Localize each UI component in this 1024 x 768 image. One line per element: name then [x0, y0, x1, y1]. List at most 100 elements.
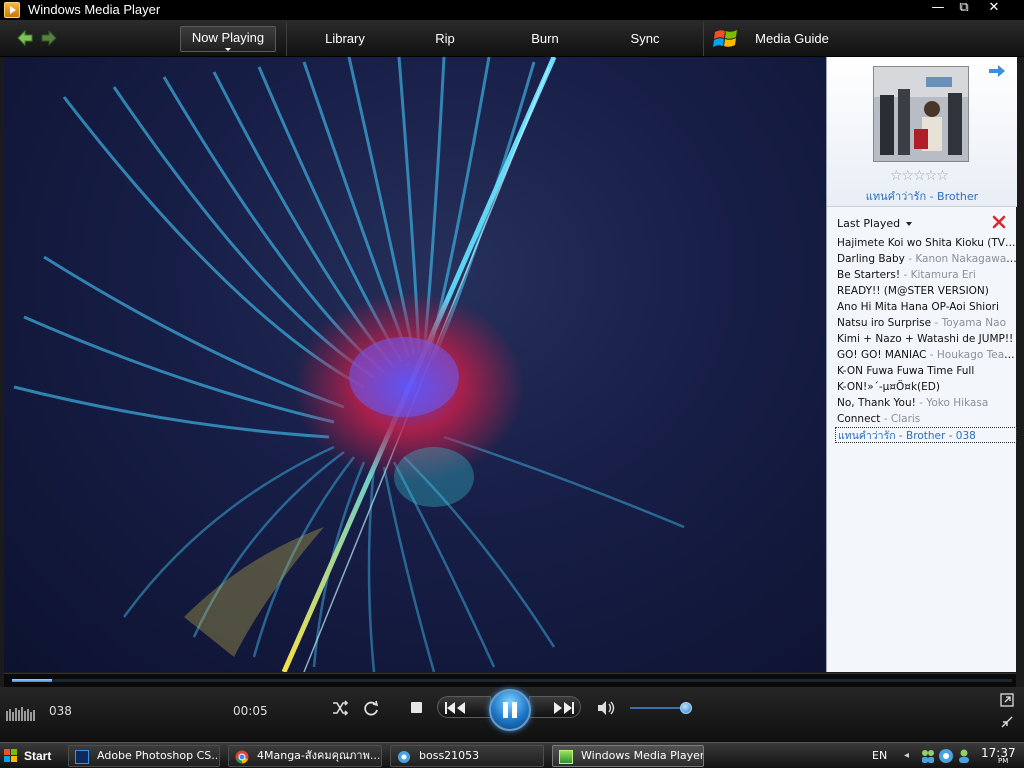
playlist-item-artist: - Toyama Nao — [931, 317, 1006, 329]
stop-button[interactable] — [411, 702, 422, 713]
back-arrow-icon[interactable] — [16, 29, 34, 47]
track-number: 038 — [49, 704, 72, 718]
taskbar-item-messenger[interactable]: boss21053 — [390, 745, 544, 767]
now-playing-info: ☆☆☆☆☆ แทนคำว่ารัก - Brother — [827, 57, 1017, 207]
restore-button[interactable]: ⧉ — [950, 0, 978, 18]
playlist-item[interactable]: Natsu iro Surprise - Toyama Nao — [835, 315, 1017, 331]
clock-ampm: PM — [998, 757, 1009, 765]
taskbar-item-label: 4Manga-สังคมคุณภาพ... — [257, 749, 381, 762]
equalizer-icon — [6, 707, 35, 721]
seek-bar[interactable] — [4, 673, 1016, 687]
windows-flag-icon — [4, 749, 17, 762]
album-art[interactable] — [873, 66, 969, 162]
seek-track[interactable] — [12, 679, 1012, 682]
right-arrow-icon[interactable] — [987, 63, 1007, 79]
playlist-item-artist: - Kitamura Eri — [900, 269, 976, 281]
start-button[interactable]: Start — [2, 745, 58, 767]
pause-icon — [512, 702, 517, 718]
playlist-header[interactable]: Last Played — [837, 217, 913, 230]
playlist-item-artist: - Kanon Nakagawa starring Nao Toyama — [908, 253, 1017, 265]
tab-library[interactable]: Library — [305, 26, 385, 52]
tab-now-playing[interactable]: Now Playing — [180, 26, 276, 52]
chevron-left-icon[interactable]: ◂ — [904, 750, 909, 761]
pause-button[interactable] — [489, 689, 531, 731]
playlist-item-title: K-ON Fuwa Fuwa Time Full — [837, 365, 975, 377]
playlist-item[interactable]: Connect - Claris — [835, 411, 1017, 427]
album-art-image — [874, 67, 968, 161]
playlist-item-title: Natsu iro Surprise — [837, 317, 932, 329]
playlist-item[interactable]: No, Thank You! - Yoko Hikasa — [835, 395, 1017, 411]
playlist-item[interactable]: READY!! (M@STER VERSION) — [835, 283, 1017, 299]
playlist-item[interactable]: Darling Baby - Kanon Nakagawa starring N… — [835, 251, 1017, 267]
tab-burn[interactable]: Burn — [515, 26, 575, 52]
pause-icon — [503, 702, 508, 718]
shuffle-icon[interactable] — [331, 699, 349, 717]
tab-sync[interactable]: Sync — [615, 26, 675, 52]
clear-list-icon[interactable] — [991, 214, 1007, 230]
user-tray-icon[interactable] — [956, 748, 972, 764]
repeat-icon[interactable] — [362, 699, 380, 717]
taskbar: Start Adobe Photoshop CS... 4Manga-สังคม… — [0, 742, 1024, 768]
playlist-item-title: Connect — [837, 413, 881, 425]
chevron-down-icon — [225, 48, 231, 51]
messenger-tray-icon[interactable] — [938, 748, 954, 764]
title-bar[interactable]: Windows Media Player — ⧉ ✕ — [0, 0, 1024, 20]
playlist-item[interactable]: GO! GO! MANIAC - Houkago Tea Time — [835, 347, 1017, 363]
nav-separator — [703, 22, 704, 56]
playlist-item-title: K-ON!»´-µ¤Ö¤k(ED) — [837, 381, 940, 393]
clock[interactable]: 17:37 PM — [981, 746, 1016, 765]
elapsed-time: 00:05 — [233, 704, 268, 718]
previous-button[interactable] — [437, 696, 491, 718]
playlist-item-title: Kimi + Nazo + Watashi de JUMP!! — [837, 333, 1014, 345]
playlist-item-artist: - Houkago Tea Time — [929, 349, 1017, 361]
forward-arrow-icon[interactable] — [40, 29, 58, 47]
playlist-item[interactable]: K-ON Fuwa Fuwa Time Full — [835, 363, 1017, 379]
taskbar-item-chrome[interactable]: 4Manga-สังคมคุณภาพ... — [228, 745, 382, 767]
windows-logo-icon — [713, 30, 737, 47]
start-label: Start — [24, 749, 52, 763]
playlist-item-artist: - Yoko Hikasa — [915, 397, 989, 409]
taskbar-item-photoshop[interactable]: Adobe Photoshop CS... — [68, 745, 220, 767]
playlist-item[interactable]: Ano Hi Mita Hana OP-Aoi Shiori — [835, 299, 1017, 315]
next-button[interactable] — [529, 696, 581, 718]
volume-slider-thumb[interactable] — [679, 702, 692, 714]
playlist-item-title: GO! GO! MANIAC — [837, 349, 927, 361]
network-users-icon[interactable] — [920, 748, 936, 764]
minimize-button[interactable]: — — [924, 0, 952, 18]
collapse-icon[interactable] — [1000, 715, 1014, 729]
tab-now-playing-label: Now Playing — [191, 30, 265, 45]
playlist-item[interactable]: Hajimete Koi wo Shita Kioku (TV Edit) — [835, 235, 1017, 251]
volume-icon[interactable] — [596, 700, 616, 716]
playlist-item-title: Be Starters! — [837, 269, 901, 281]
media-player-icon — [559, 750, 573, 764]
playlist-item[interactable]: Be Starters! - Kitamura Eri — [835, 267, 1017, 283]
playlist: Hajimete Koi wo Shita Kioku (TV Edit) Dar… — [835, 235, 1017, 443]
visualization-graphic — [13, 57, 685, 672]
playlist-item[interactable]: Kimi + Nazo + Watashi de JUMP!! — [835, 331, 1017, 347]
taskbar-item-label: Windows Media Player — [581, 749, 704, 762]
playlist-item-current[interactable]: แทนคำว่ารัก - Brother - 038 — [835, 427, 1017, 443]
switch-to-library-icon[interactable] — [1000, 693, 1014, 707]
close-button[interactable]: ✕ — [980, 0, 1008, 18]
now-playing-title[interactable]: แทนคำว่ารัก - Brother — [827, 187, 1017, 205]
media-player-window: Windows Media Player — ⧉ ✕ Now Playing L… — [0, 0, 1024, 742]
visualization-area[interactable] — [4, 57, 825, 672]
playback-controls: 038 00:05 — [0, 687, 1024, 742]
playlist-item[interactable]: K-ON!»´-µ¤Ö¤k(ED) — [835, 379, 1017, 395]
playlist-item-title: Darling Baby — [837, 253, 905, 265]
tab-rip[interactable]: Rip — [415, 26, 475, 52]
rating-stars[interactable]: ☆☆☆☆☆ — [890, 168, 949, 184]
list-pane: ☆☆☆☆☆ แทนคำว่ารัก - Brother Last Played … — [826, 57, 1017, 672]
playlist-item-title: READY!! (M@STER VERSION) — [837, 285, 989, 297]
media-player-app-icon — [4, 2, 20, 18]
tab-media-guide[interactable]: Media Guide — [748, 26, 836, 52]
previous-icon — [445, 702, 465, 714]
language-indicator[interactable]: EN — [872, 749, 887, 762]
playlist-item-artist: - Claris — [880, 413, 921, 425]
photoshop-icon — [75, 750, 89, 764]
taskbar-item-media-player[interactable]: Windows Media Player — [552, 745, 704, 767]
playlist-item-title: No, Thank You! — [837, 397, 916, 409]
seek-progress — [12, 679, 52, 682]
chevron-down-icon — [906, 222, 913, 226]
playlist-header-label: Last Played — [837, 217, 901, 230]
